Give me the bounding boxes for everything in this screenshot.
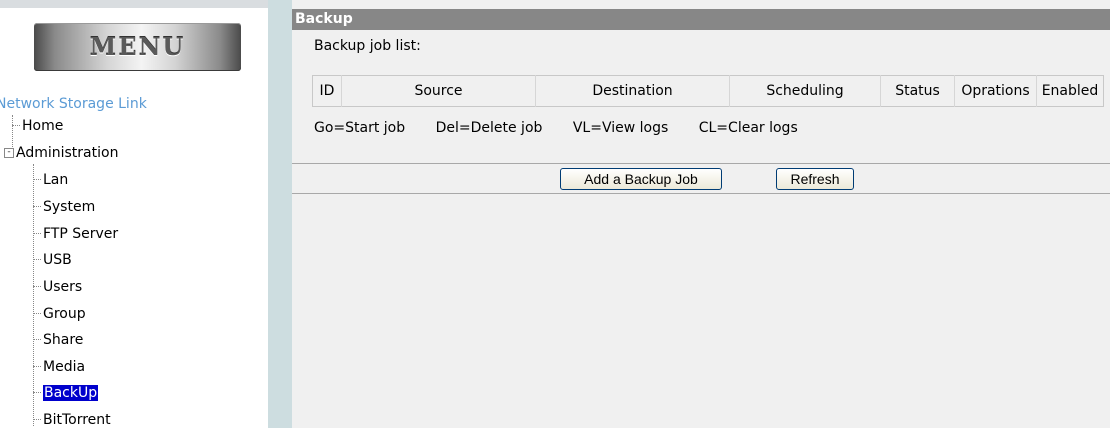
collapse-icon[interactable]: - — [4, 148, 14, 158]
tree-root-link[interactable]: Network Storage Link — [0, 93, 147, 115]
menu-item-ftp-server[interactable]: FTP Server — [33, 223, 118, 245]
menu-item-home[interactable]: Home — [12, 115, 63, 137]
menu-item-administration[interactable]: - Administration — [4, 142, 118, 164]
column-header-enabled: Enabled — [1036, 75, 1104, 107]
menu-banner: MENU — [0, 0, 268, 79]
table-header-row: ID Source Destination Scheduling Status … — [313, 75, 1104, 107]
backup-job-table: ID Source Destination Scheduling Status … — [312, 75, 1104, 107]
banner-stripe — [0, 0, 268, 8]
menu-logo: MENU — [34, 23, 241, 71]
menu-item-system[interactable]: System — [33, 196, 95, 218]
menu-item-usb[interactable]: USB — [33, 249, 72, 271]
action-legend: Go=Start job Del=Delete job VL=View logs… — [314, 120, 824, 136]
column-header-destination: Destination — [535, 75, 730, 107]
content-frame: Backup Backup job list: ID Source Destin… — [292, 0, 1110, 428]
legend-go: Go=Start job — [314, 120, 406, 136]
frame-divider[interactable] — [268, 0, 292, 428]
menu-frame: MENU Network Storage Link Home - Administ… — [0, 0, 268, 428]
column-header-id: ID — [319, 83, 335, 99]
menu-title: MENU — [89, 32, 186, 61]
column-header-operations: Oprations — [954, 75, 1037, 107]
menu-item-media[interactable]: Media — [33, 356, 85, 378]
legend-del: Del=Delete job — [435, 120, 543, 136]
menu-item-share[interactable]: Share — [33, 329, 83, 351]
backup-panel: Backup job list: ID Source Destination S… — [292, 30, 1110, 164]
legend-cl: CL=Clear logs — [698, 120, 798, 136]
job-list-label: Backup job list: — [314, 38, 421, 54]
section-header: Backup — [292, 9, 1110, 30]
refresh-button[interactable]: Refresh — [776, 168, 854, 190]
legend-vl: VL=View logs — [572, 120, 669, 136]
column-header-scheduling: Scheduling — [729, 75, 881, 107]
button-bar: Add a Backup Job Refresh — [292, 163, 1110, 194]
menu-item-backup[interactable]: BackUp — [33, 382, 99, 404]
column-header-source: Source — [341, 75, 536, 107]
menu-item-users[interactable]: Users — [33, 276, 82, 298]
menu-item-bittorrent[interactable]: BitTorrent — [33, 409, 111, 428]
menu-item-lan[interactable]: Lan — [33, 169, 68, 191]
add-backup-job-button[interactable]: Add a Backup Job — [560, 168, 722, 190]
column-header-status: Status — [880, 75, 955, 107]
menu-item-group[interactable]: Group — [33, 303, 86, 325]
